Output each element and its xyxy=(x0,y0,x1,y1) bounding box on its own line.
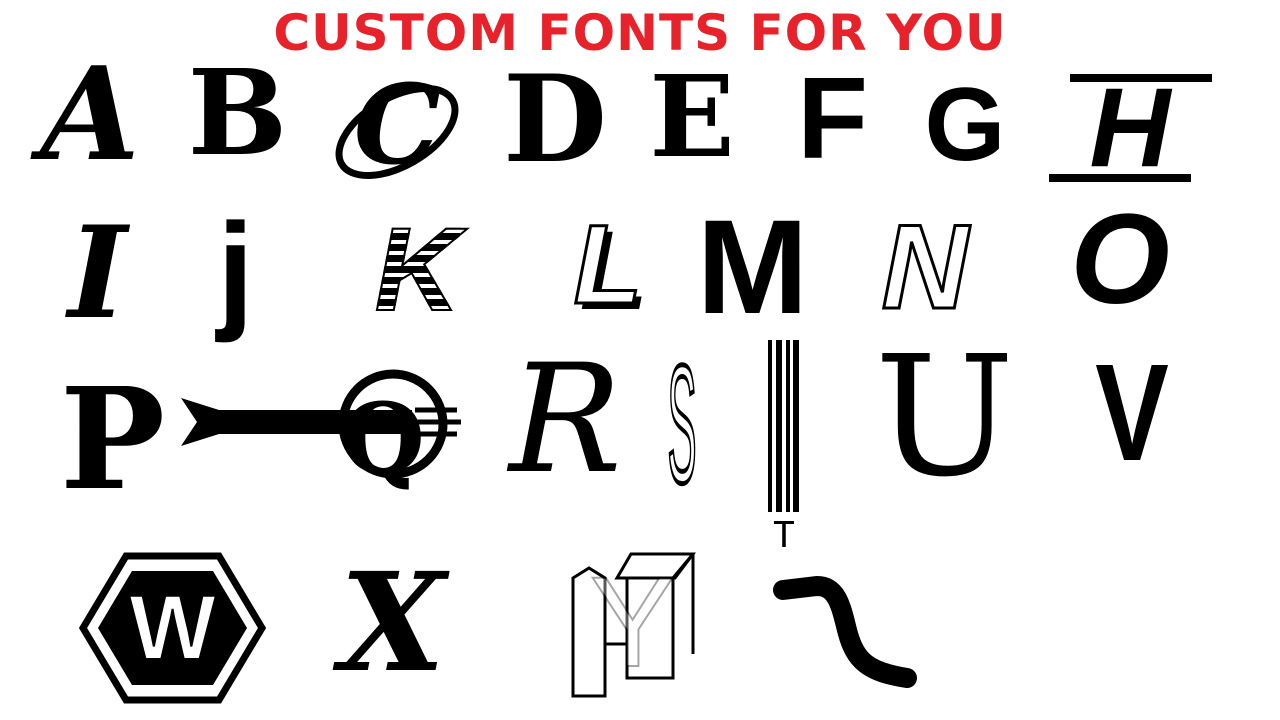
q-arrow-icon xyxy=(181,369,461,479)
letter-v-text: V xyxy=(1095,336,1170,490)
letter-o: O xyxy=(1045,196,1195,324)
letter-n-text: N xyxy=(880,200,970,334)
letter-u-text: U xyxy=(874,321,1015,514)
letter-e: E xyxy=(649,62,734,174)
letter-h-text: H xyxy=(1089,65,1171,190)
letter-w-text: W xyxy=(128,577,217,679)
letter-f: F xyxy=(797,60,868,176)
letter-e-text: E xyxy=(649,52,735,183)
letter-f-text: F xyxy=(797,53,868,183)
letter-t: T xyxy=(762,340,806,560)
letter-g-text: G xyxy=(924,67,1006,183)
letter-u: U xyxy=(862,321,1027,514)
letter-p: P xyxy=(60,365,165,515)
letter-m: M xyxy=(690,200,815,334)
letter-c-text: C xyxy=(353,60,442,189)
letter-r-text: R xyxy=(509,333,622,507)
letter-r: R xyxy=(488,345,643,495)
letter-q: Q xyxy=(175,369,475,500)
letter-k-text: K xyxy=(374,204,461,336)
letter-d: D xyxy=(500,60,610,180)
letter-w: W xyxy=(78,552,267,704)
letter-l: L xyxy=(548,207,668,322)
letter-j: j xyxy=(208,196,263,343)
letter-b-text: B xyxy=(187,43,288,182)
letter-g: G xyxy=(915,73,1015,177)
letter-y-text: Y xyxy=(589,551,676,694)
letter-b: B xyxy=(188,54,288,172)
letter-v: V xyxy=(1085,344,1180,482)
letter-k: K xyxy=(340,210,495,330)
letter-a-text: A xyxy=(40,40,140,190)
letter-i-text: I xyxy=(68,199,127,347)
letter-z: Z xyxy=(773,568,917,693)
letter-c: C xyxy=(330,60,465,190)
letter-q-text: Q xyxy=(341,382,425,495)
letter-i: I xyxy=(50,208,145,338)
letter-n: N xyxy=(845,206,1005,329)
letter-l-text: L xyxy=(572,202,643,327)
letter-s: S xyxy=(666,338,698,511)
letter-s-text: S xyxy=(667,330,697,518)
letter-h: H xyxy=(1045,72,1215,184)
letter-d-text: D xyxy=(502,49,608,190)
letter-p-text: P xyxy=(59,358,166,522)
letter-j-text: j xyxy=(217,196,254,343)
letter-m-text: M xyxy=(696,192,809,342)
letter-x: X xyxy=(335,555,450,691)
letter-y: Y xyxy=(565,548,700,698)
letter-x-text: X xyxy=(339,542,446,703)
letter-a: A xyxy=(40,45,139,185)
letter-t-text: T xyxy=(773,515,795,556)
letter-o-text: O xyxy=(1070,188,1170,331)
